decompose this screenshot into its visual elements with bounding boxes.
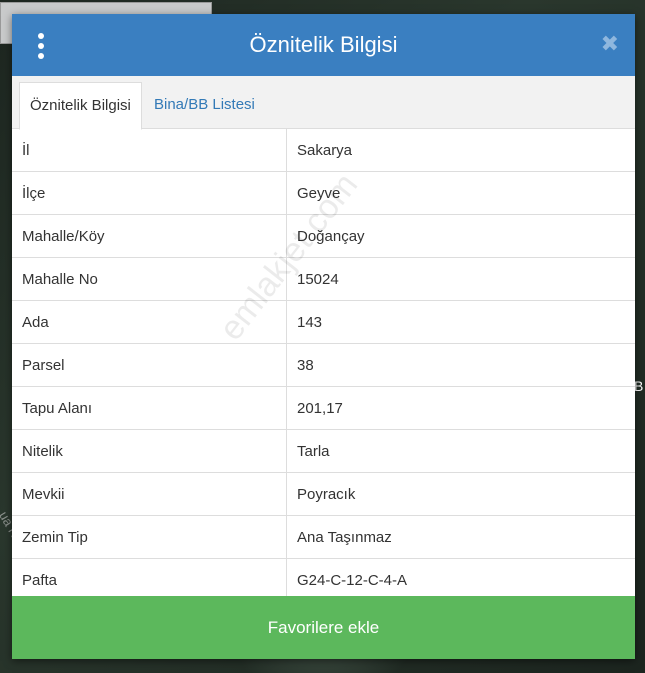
table-row: İlçe Geyve [12,171,635,215]
row-key: Tapu Alanı [12,386,287,430]
row-value: Tarla [286,429,635,473]
add-to-favorites-button[interactable]: Favorilere ekle [12,596,635,659]
tab-attribute-info[interactable]: Öznitelik Bilgisi [19,82,142,130]
row-value: Doğançay [286,214,635,258]
table-row: Mahalle No 15024 [12,257,635,301]
modal-title: Öznitelik Bilgisi [249,32,398,57]
table-row: Tapu Alanı 201,17 [12,386,635,430]
table-row: Mevkii Poyracık [12,472,635,516]
row-value: 143 [286,300,635,344]
row-key: Mahalle No [12,257,287,301]
table-row: Nitelik Tarla [12,429,635,473]
table-row: Parsel 38 [12,343,635,387]
tab-bar: Öznitelik Bilgisi Bina/BB Listesi [12,76,635,130]
row-key: Mahalle/Köy [12,214,287,258]
table-row: Mahalle/Köy Doğançay [12,214,635,258]
row-key: Ada [12,300,287,344]
row-value: 38 [286,343,635,387]
row-key: Mevkii [12,472,287,516]
tab-building-list[interactable]: Bina/BB Listesi [144,82,265,128]
row-value: Ana Taşınmaz [286,515,635,559]
map-label-edge: B [634,378,644,394]
row-value: 15024 [286,257,635,301]
row-value: Sakarya [286,129,635,172]
attribute-info-modal: Öznitelik Bilgisi ✖ Öznitelik Bilgisi Bi… [12,14,635,659]
table-row: Zemin Tip Ana Taşınmaz [12,515,635,559]
table-row: Ada 143 [12,300,635,344]
row-value: 201,17 [286,386,635,430]
attribute-table: İl Sakarya İlçe Geyve Mahalle/Köy Doğançay … [12,129,635,602]
close-icon[interactable]: ✖ [601,31,619,57]
row-key: İl [12,129,287,172]
row-key: Parsel [12,343,287,387]
row-key: Zemin Tip [12,515,287,559]
row-value: Geyve [286,171,635,215]
vertical-dots-icon[interactable] [34,33,48,59]
row-key: Nitelik [12,429,287,473]
row-value: Poyracık [286,472,635,516]
modal-header: Öznitelik Bilgisi ✖ [12,14,635,76]
row-key: İlçe [12,171,287,215]
table-row: İl Sakarya [12,129,635,172]
